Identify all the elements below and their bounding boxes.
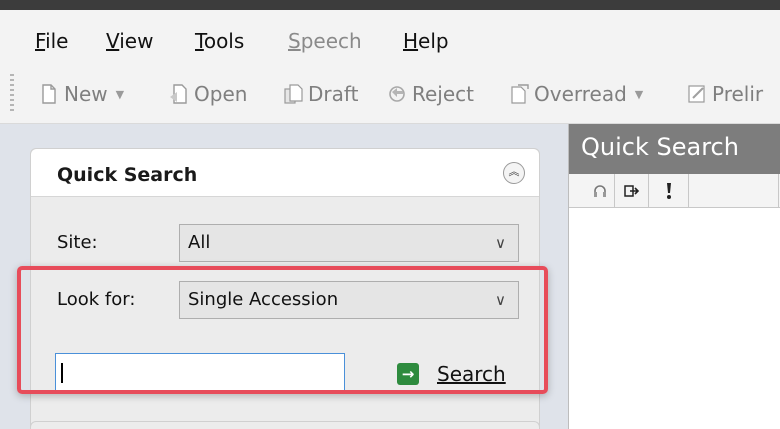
headset-icon[interactable] [585,174,615,208]
menu-speech[interactable]: Speech [288,29,362,53]
menu-help[interactable]: Help [403,29,449,53]
chevron-down-icon: ∨ [495,234,506,252]
new-document-icon [38,83,60,105]
open-document-icon [168,83,190,105]
reject-icon [386,83,408,105]
window-titlebar [0,0,780,10]
overread-dropdown-caret-icon[interactable]: ▼ [635,88,643,101]
reject-button[interactable]: Reject [386,79,474,109]
exclamation-icon[interactable] [649,174,689,208]
collapsed-panel-header[interactable] [30,421,540,429]
results-title: Quick Search [581,133,739,161]
menu-bar: File View Tools Speech Help [0,10,780,64]
results-pane: Quick Search [568,124,780,429]
draft-icon [282,83,304,105]
menu-tools[interactable]: Tools [195,29,244,53]
prelim-icon [686,83,708,105]
open-button[interactable]: Open [168,79,247,109]
results-column-headers [569,174,780,208]
prelim-button[interactable]: Prelir [686,79,763,109]
arrow-exit-icon[interactable] [615,174,649,208]
menu-file[interactable]: File [35,29,68,53]
results-column-empty[interactable] [689,174,779,208]
site-label: Site: [57,232,98,253]
quick-search-title: Quick Search [57,164,198,186]
highlight-box [17,266,548,394]
collapse-chevron-icon[interactable]: ︽ [503,162,525,184]
quick-search-header[interactable]: Quick Search ︽ [31,149,539,197]
draft-button[interactable]: Draft [282,79,358,109]
overread-button[interactable]: Overread ▼ [508,79,643,109]
overread-icon [508,83,530,105]
new-button[interactable]: New ▼ [38,79,124,109]
site-select[interactable]: All ∨ [179,224,519,262]
toolbar: New ▼ Open Draft Reject Overread ▼ Preli… [0,64,780,124]
site-select-value: All [188,232,211,253]
results-header: Quick Search [569,124,780,174]
menu-view[interactable]: View [106,29,153,53]
new-dropdown-caret-icon[interactable]: ▼ [116,88,124,101]
toolbar-grip[interactable] [10,74,14,114]
